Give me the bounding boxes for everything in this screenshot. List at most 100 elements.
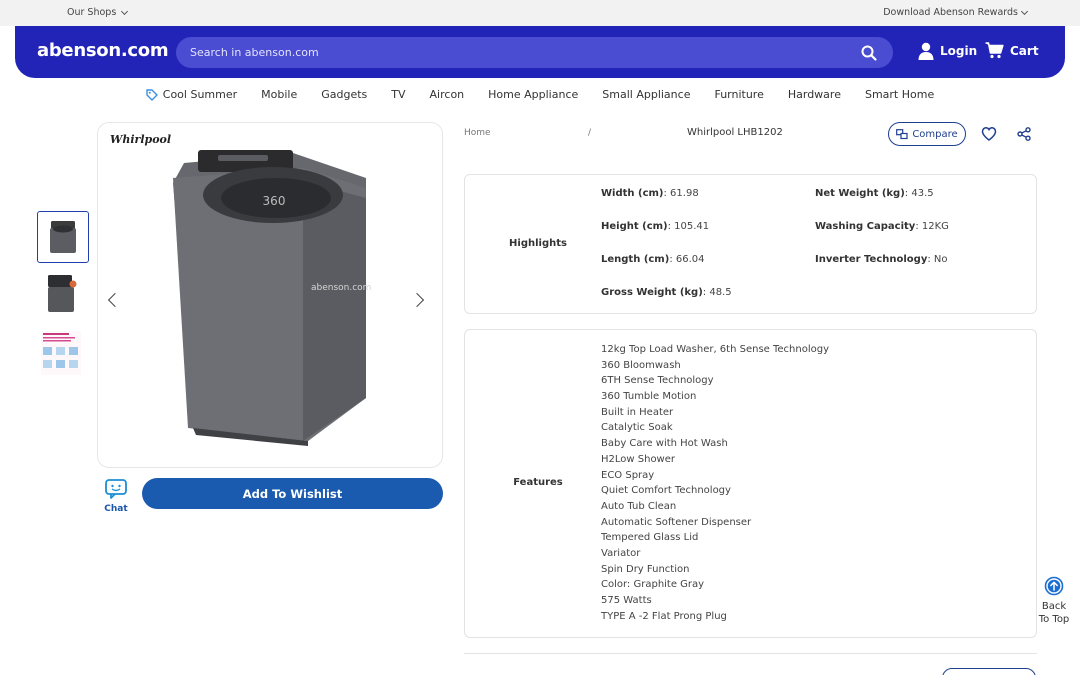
nav-item-label: Smart Home <box>864 88 935 101</box>
spec-name: Net Weight (kg) <box>815 188 905 199</box>
spec-value: : No <box>927 254 948 265</box>
arrow-up-circle-icon <box>1044 576 1064 596</box>
washer-thumbnail-image <box>50 221 76 253</box>
partial-button[interactable] <box>942 668 1036 675</box>
feature-item: Quiet Comfort Technology <box>601 485 731 497</box>
highlights-label: Highlights <box>509 238 567 249</box>
login-button[interactable]: Login <box>918 42 977 60</box>
feature-item: 12kg Top Load Washer, 6th Sense Technolo… <box>601 344 830 355</box>
search-icon[interactable] <box>861 45 877 61</box>
tag-icon <box>146 88 158 101</box>
watermark: abenson.com <box>311 283 372 293</box>
search-input[interactable] <box>190 37 830 68</box>
feature-item: Auto Tub Clean <box>601 500 677 512</box>
download-rewards-dropdown[interactable]: Download Abenson Rewards <box>883 7 1029 18</box>
chevron-down-icon <box>1020 7 1029 15</box>
back-to-top-line2: To Top <box>1038 614 1070 625</box>
site-header: abenson.com Login Cart <box>15 26 1065 78</box>
our-shops-dropdown[interactable]: Our Shops <box>67 7 129 18</box>
spec-value: : 43.5 <box>904 188 934 199</box>
chat-button[interactable]: Chat <box>102 478 130 514</box>
site-logo[interactable]: abenson.com <box>37 40 169 61</box>
nav-item-smart-home[interactable]: Smart Home <box>853 88 946 101</box>
nav-item-label: TV <box>391 88 406 101</box>
feature-item: H2Low Shower <box>601 453 675 465</box>
spec-inverter-technology: Inverter Technology: No <box>815 254 948 265</box>
spec-net-weight: Net Weight (kg): 43.5 <box>815 188 934 199</box>
spec-width: Width (cm): 61.98 <box>601 188 699 199</box>
back-to-top-line1: Back <box>1041 601 1067 612</box>
nav-item-aircon[interactable]: Aircon <box>418 88 477 101</box>
spec-washing-capacity: Washing Capacity: 12KG <box>815 221 949 232</box>
add-to-wishlist-button[interactable]: Add To Wishlist <box>142 478 443 509</box>
washing-machine-image: 360 <box>173 150 366 446</box>
feature-item: Variator <box>601 547 641 559</box>
share-icon[interactable] <box>1017 127 1031 141</box>
feature-item: Baby Care with Hot Wash <box>601 438 728 450</box>
nav-item-tv[interactable]: TV <box>379 88 417 101</box>
nav-item-furniture[interactable]: Furniture <box>702 88 775 101</box>
feature-item: Color: Graphite Gray <box>601 579 705 591</box>
section-divider <box>464 653 1037 654</box>
feature-item: 6TH Sense Technology <box>601 375 714 387</box>
spec-name: Height (cm) <box>601 221 668 232</box>
nav-item-label: Gadgets <box>321 88 368 101</box>
cart-button[interactable]: Cart <box>985 42 1039 59</box>
compare-button[interactable]: Compare <box>888 122 966 146</box>
spec-value: : 48.5 <box>702 287 732 298</box>
our-shops-label: Our Shops <box>67 7 117 18</box>
chat-label: Chat <box>104 504 128 514</box>
nav-item-label: Aircon <box>429 88 465 101</box>
feature-card-thumbnail-image <box>41 331 81 375</box>
spec-name: Width (cm) <box>601 188 664 199</box>
nav-item-gadgets[interactable]: Gadgets <box>309 88 379 101</box>
nav-item-label: Mobile <box>261 88 298 101</box>
nav-item-home-appliance[interactable]: Home Appliance <box>476 88 590 101</box>
login-label: Login <box>940 44 978 58</box>
spec-length: Length (cm): 66.04 <box>601 254 705 265</box>
product-gallery: Whirlpool 360 abenson.com <box>97 122 443 468</box>
top-strip: Our Shops Download Abenson Rewards <box>0 0 1080 26</box>
user-icon <box>918 42 934 60</box>
highlights-section: Highlights Width (cm): 61.98 Net Weight … <box>464 174 1037 314</box>
search-bar <box>176 37 893 68</box>
spec-value: : 61.98 <box>663 188 699 199</box>
breadcrumb: Home / Whirlpool LHB1202 <box>464 127 884 142</box>
nav-item-label: Furniture <box>714 88 764 101</box>
back-to-top-button[interactable]: Back To Top <box>1034 576 1074 626</box>
features-label: Features <box>513 477 563 488</box>
category-nav: Cool Summer Mobile Gadgets TV Aircon Hom… <box>0 88 1080 101</box>
thumbnail-front[interactable] <box>37 211 89 263</box>
features-section: Features 12kg Top Load Washer, 6th Sense… <box>464 329 1037 638</box>
breadcrumb-separator: / <box>588 128 592 138</box>
nav-item-mobile[interactable]: Mobile <box>249 88 309 101</box>
feature-item: 360 Tumble Motion <box>601 391 697 403</box>
nav-item-label: Cool Summer <box>162 88 238 101</box>
spec-name: Washing Capacity <box>815 221 916 232</box>
thumbnail-open-lid[interactable] <box>37 270 89 322</box>
heart-icon[interactable] <box>981 126 997 142</box>
nav-item-cool-summer[interactable]: Cool Summer <box>134 88 249 101</box>
breadcrumb-home[interactable]: Home <box>464 128 491 138</box>
chat-icon <box>105 479 127 499</box>
spec-name: Length (cm) <box>601 254 670 265</box>
thumbnail-list <box>37 211 89 388</box>
feature-item: ECO Spray <box>601 469 655 481</box>
cart-label: Cart <box>1010 43 1039 58</box>
spec-value: : 105.41 <box>667 221 710 232</box>
spec-gross-weight: Gross Weight (kg): 48.5 <box>601 287 732 298</box>
feature-item: Automatic Softener Dispenser <box>601 516 752 528</box>
nav-item-label: Small Appliance <box>602 88 691 101</box>
nav-item-small-appliance[interactable]: Small Appliance <box>590 88 702 101</box>
feature-item: Spin Dry Function <box>601 563 690 575</box>
feature-item: Tempered Glass Lid <box>601 532 699 544</box>
chevron-down-icon <box>121 7 129 15</box>
breadcrumb-current: Whirlpool LHB1202 <box>687 127 783 138</box>
spec-name: Inverter Technology <box>815 254 928 265</box>
thumbnail-feature-card[interactable] <box>37 329 89 381</box>
feature-item: Built in Heater <box>601 406 674 418</box>
nav-item-hardware[interactable]: Hardware <box>776 88 853 101</box>
nav-item-label: Hardware <box>787 88 841 101</box>
spec-name: Gross Weight (kg) <box>601 287 703 298</box>
feature-item: 575 Watts <box>601 595 652 606</box>
